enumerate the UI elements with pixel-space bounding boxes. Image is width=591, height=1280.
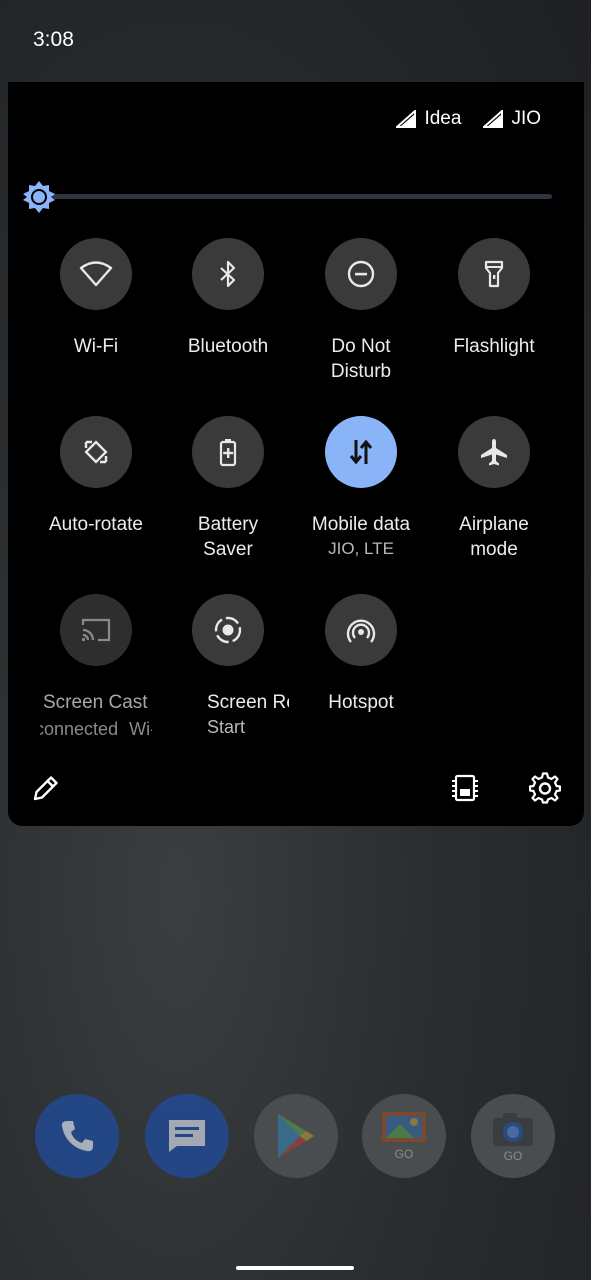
carrier-idea: Idea xyxy=(396,108,461,130)
play-store-icon xyxy=(278,1114,314,1158)
carrier-label: JIO xyxy=(511,108,541,129)
settings-gear-icon[interactable] xyxy=(529,772,561,804)
gallery-go-icon: GO xyxy=(382,1112,426,1161)
tile-battery-saver[interactable]: Battery Saver xyxy=(162,416,294,562)
tile-flashlight-button[interactable] xyxy=(458,238,530,310)
tile-sublabel: JIO, LTE xyxy=(328,539,394,558)
edit-pencil-icon[interactable] xyxy=(30,772,62,804)
bluetooth-icon xyxy=(220,260,236,288)
camera-go-app-icon[interactable]: GO xyxy=(471,1094,555,1178)
phone-icon xyxy=(61,1121,93,1152)
hotspot-icon xyxy=(346,619,376,643)
device-controls-icon[interactable] xyxy=(449,772,481,804)
tile-airplane-button[interactable] xyxy=(458,416,530,488)
tile-bluetooth[interactable]: Bluetooth xyxy=(162,238,294,359)
tile-dnd-button[interactable] xyxy=(325,238,397,310)
auto-rotate-icon xyxy=(84,440,108,464)
tile-mobile-data[interactable]: Mobile data JIO, LTE xyxy=(295,416,427,561)
go-badge: GO xyxy=(395,1147,414,1161)
phone-app-icon[interactable] xyxy=(35,1094,119,1178)
tile-auto-rotate-button[interactable] xyxy=(60,416,132,488)
tile-label: Bluetooth xyxy=(187,336,269,357)
tile-battery-saver-button[interactable] xyxy=(192,416,264,488)
tile-label: Screen Cast xyxy=(43,692,148,713)
tile-label: Flashlight xyxy=(453,336,535,357)
tile-label: Screen Record xyxy=(207,692,289,713)
status-bar: 3:08 xyxy=(0,0,591,80)
battery-saver-icon xyxy=(219,439,237,467)
screen-record-icon xyxy=(214,616,242,644)
tile-wifi-button[interactable] xyxy=(60,238,132,310)
brightness-slider[interactable] xyxy=(22,180,552,214)
tile-mobile-data-button[interactable] xyxy=(325,416,397,488)
tile-auto-rotate[interactable]: Auto-rotate xyxy=(30,416,162,537)
mobile-data-icon xyxy=(349,439,373,465)
gesture-nav-bar[interactable] xyxy=(236,1266,354,1270)
brightness-track[interactable] xyxy=(52,194,552,199)
tile-label: Battery Saver xyxy=(197,514,259,560)
signal-strength-icon xyxy=(396,110,417,128)
tile-screen-record-button[interactable] xyxy=(192,594,264,666)
tile-flashlight[interactable]: Flashlight xyxy=(428,238,560,359)
tile-sublabel: Not connected Wi-Fi xyxy=(40,719,152,739)
airplane-icon xyxy=(481,439,507,466)
tile-label: Wi-Fi xyxy=(73,336,119,357)
carrier-list: Idea JIO xyxy=(396,108,541,130)
messages-icon xyxy=(169,1120,205,1152)
cast-icon xyxy=(81,618,111,642)
tile-screen-cast[interactable]: Screen Cast Not connected Wi-Fi xyxy=(30,594,162,741)
brightness-icon[interactable] xyxy=(22,180,56,214)
do-not-disturb-icon xyxy=(347,260,375,288)
camera-go-icon: GO xyxy=(493,1113,533,1163)
tile-label: Do Not Disturb xyxy=(330,336,392,382)
carrier-label: Idea xyxy=(424,108,462,129)
tile-label: Mobile data xyxy=(311,514,411,535)
tile-wifi[interactable]: Wi-Fi xyxy=(30,238,162,359)
carrier-jio: JIO xyxy=(483,108,541,130)
tile-label: Hotspot xyxy=(328,692,394,713)
tile-sublabel: Start xyxy=(207,717,246,737)
status-clock: 3:08 xyxy=(33,28,74,51)
tile-screen-cast-button[interactable] xyxy=(60,594,132,666)
wifi-icon xyxy=(79,261,113,287)
tile-label: Airplane mode xyxy=(459,514,529,560)
gallery-go-app-icon[interactable]: GO xyxy=(362,1094,446,1178)
tile-screen-record[interactable]: Screen Record Start xyxy=(162,594,294,739)
tile-hotspot[interactable]: Hotspot xyxy=(295,594,427,715)
go-badge: GO xyxy=(504,1149,523,1163)
tile-label: Auto-rotate xyxy=(49,514,143,535)
tile-do-not-disturb[interactable]: Do Not Disturb xyxy=(295,238,427,384)
tile-airplane-mode[interactable]: Airplane mode xyxy=(428,416,560,562)
messages-app-icon[interactable] xyxy=(145,1094,229,1178)
play-store-app-icon[interactable] xyxy=(254,1094,338,1178)
signal-strength-icon xyxy=(483,110,504,128)
tile-bluetooth-button[interactable] xyxy=(192,238,264,310)
tile-hotspot-button[interactable] xyxy=(325,594,397,666)
home-dock: GO GO xyxy=(0,1094,591,1184)
flashlight-icon xyxy=(484,260,504,288)
